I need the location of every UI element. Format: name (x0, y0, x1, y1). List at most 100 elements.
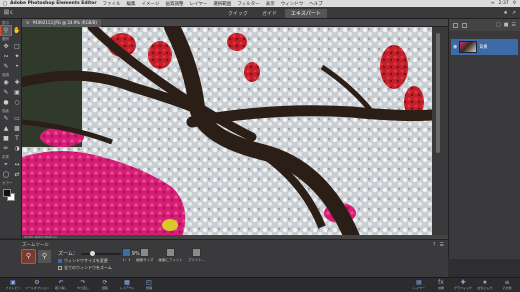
share-icon[interactable]: ↗ (512, 10, 516, 16)
brush-icon[interactable]: ✎ (1, 114, 11, 123)
print-size-button[interactable]: プリント... (188, 248, 205, 263)
tool-options-title: ズームツール (22, 243, 49, 248)
menu-view[interactable]: 表示 (266, 1, 275, 7)
scroll-thumb[interactable] (436, 33, 440, 153)
redo-label: やり直し (76, 286, 89, 290)
zoom-slider-knob[interactable] (89, 250, 95, 256)
print-size-icon (192, 248, 202, 257)
options-menu-icon[interactable]: ☰ (440, 242, 444, 248)
zoom-all-windows-checkbox[interactable]: 全てのウィンドウをズーム (58, 265, 112, 271)
organizer-icon: ◰ (146, 279, 152, 286)
recompose-icon[interactable]: ↔ (12, 160, 22, 169)
document-tab[interactable]: × P4092113.JPG @ 24.9% (RGB/8) (22, 18, 101, 27)
photo-bin-icon: ▣ (10, 279, 16, 286)
lock-checkbox[interactable] (453, 22, 458, 28)
clone-stamp-icon[interactable]: ▣ (12, 88, 22, 97)
apple-icon[interactable]:  (0, 1, 10, 7)
straighten-icon[interactable]: ◯ (1, 170, 11, 179)
quick-select-icon[interactable]: ✎ (1, 62, 11, 71)
color-swatches[interactable] (0, 188, 21, 202)
eye-icon[interactable]: ◉ (453, 44, 457, 50)
photo-bin-label: フォトビン (5, 286, 21, 290)
new-layer-icon[interactable]: □ (496, 22, 501, 28)
gradient-icon[interactable]: ▩ (12, 124, 22, 133)
red-eye-icon[interactable]: ◉ (1, 78, 11, 87)
organizer-button[interactable]: ◰ 整理 (138, 279, 160, 290)
trash-icon[interactable]: ■ (504, 22, 509, 28)
fit-screen-button[interactable]: 画面サイズ (136, 248, 153, 263)
blend-icon[interactable]: ◑ (12, 144, 22, 153)
zoom-tool-icon[interactable]: ⚲ (0, 25, 12, 36)
visibility-checkbox[interactable] (462, 22, 467, 28)
zoom-out-icon[interactable]: ⚲ (38, 250, 51, 263)
sponge-icon[interactable]: ○ (12, 98, 22, 107)
menu-app-name[interactable]: Adobe Photoshop Elements Editor (10, 1, 97, 6)
menu-select[interactable]: 選択範囲 (213, 1, 231, 7)
mode-expert[interactable]: エキスパート (285, 9, 327, 18)
menu-clock[interactable]: 2:37 (499, 1, 509, 6)
image-canvas[interactable] (22, 27, 432, 237)
print-size-label: プリント... (187, 258, 206, 262)
zoom-in-icon[interactable]: ⚲ (21, 249, 36, 264)
hand-tool-icon[interactable]: ✋ (12, 26, 22, 35)
checkbox-icon[interactable] (58, 259, 62, 263)
menu-file[interactable]: ファイル (103, 1, 121, 7)
favorites-label: お気に入り (477, 286, 493, 290)
vertical-scrollbar[interactable] (432, 27, 448, 235)
crop-icon[interactable]: ⌖ (1, 160, 11, 169)
text-icon[interactable]: T (12, 134, 22, 143)
menu-edit[interactable]: 編集 (127, 1, 136, 7)
menu-filter[interactable]: フィルター (237, 1, 259, 7)
eye-dropper-icon[interactable]: • (12, 62, 22, 71)
create-icon[interactable]: ★ (503, 10, 507, 16)
zoom-slider-track[interactable] (80, 250, 121, 256)
layer-row[interactable]: ◉ 背景 (451, 39, 518, 55)
menu-help[interactable]: ヘルプ (309, 1, 323, 7)
menu-bar:  Adobe Photoshop Elements Editor ファイル 編… (0, 0, 520, 7)
redo-button[interactable]: ↷ やり直し (72, 279, 94, 290)
menu-icon[interactable]: ☰ (512, 22, 516, 28)
magic-wand-icon[interactable]: ✦ (12, 52, 22, 61)
mode-guided[interactable]: ガイド (256, 9, 283, 18)
spotlight-icon[interactable]: ⚲ (513, 1, 516, 6)
photo-bin-button[interactable]: ▣ フォトビン (2, 279, 24, 290)
undo-button[interactable]: ↶ 取り消し (50, 279, 72, 290)
effects-button[interactable]: fx 効果 (430, 279, 452, 290)
fill-screen-icon (166, 248, 176, 257)
favorites-button[interactable]: ★ お気に入り (474, 279, 496, 290)
resize-windows-checkbox[interactable]: ウィンドウサイズを変更 (58, 258, 108, 264)
close-icon[interactable]: × (26, 20, 29, 25)
mode-quick[interactable]: クイック (222, 9, 254, 18)
checkbox-icon[interactable] (58, 266, 62, 270)
rotate-icon: ⟳ (102, 279, 108, 286)
healing-brush-icon[interactable]: ✚ (12, 78, 22, 87)
shape-icon[interactable]: ■ (1, 134, 11, 143)
menu-image[interactable]: イメージ (142, 1, 160, 7)
menu-enhance[interactable]: 画質調整 (165, 1, 183, 7)
move-tool-icon[interactable]: ✥ (1, 42, 11, 51)
smart-brush-icon[interactable]: ✎ (1, 88, 11, 97)
foreground-color-swatch[interactable] (3, 189, 11, 197)
paint-bucket-icon[interactable]: ▲ (1, 124, 11, 133)
tool-options-button[interactable]: ⚙ ツールオプション (25, 279, 49, 290)
more-button[interactable]: ≡ その他 (496, 279, 518, 290)
graphics-button[interactable]: ✚ グラフィック (452, 279, 474, 290)
document-tab-title: P4092113.JPG @ 24.9% (RGB/8) (32, 19, 97, 25)
undo-label: 取り消し (54, 286, 67, 290)
open-button[interactable]: 開く (4, 9, 14, 16)
lasso-tool-icon[interactable]: ∾ (1, 52, 11, 61)
pencil-icon[interactable]: ✏ (1, 144, 11, 153)
menu-layer[interactable]: レイヤー (189, 1, 207, 7)
wifi-icon[interactable]: ≈ (491, 1, 495, 6)
marquee-tool-icon[interactable]: □ (12, 42, 22, 51)
eraser-icon[interactable]: ▭ (12, 114, 22, 123)
fill-screen-button[interactable]: 画面にフィット (158, 248, 183, 263)
help-icon[interactable]: ? (433, 242, 436, 248)
content-move-icon[interactable]: ⇄ (12, 170, 22, 179)
rotate-button[interactable]: ⟳ 回転 (94, 279, 116, 290)
menu-window[interactable]: ウィンドウ (281, 1, 304, 7)
layers-button[interactable]: ▤ レイヤー (408, 279, 430, 290)
blur-icon[interactable]: ● (1, 98, 11, 107)
layout-button[interactable]: ▦ レイアウト (116, 279, 138, 290)
actual-pixels-button[interactable]: 1：1 (122, 248, 131, 263)
